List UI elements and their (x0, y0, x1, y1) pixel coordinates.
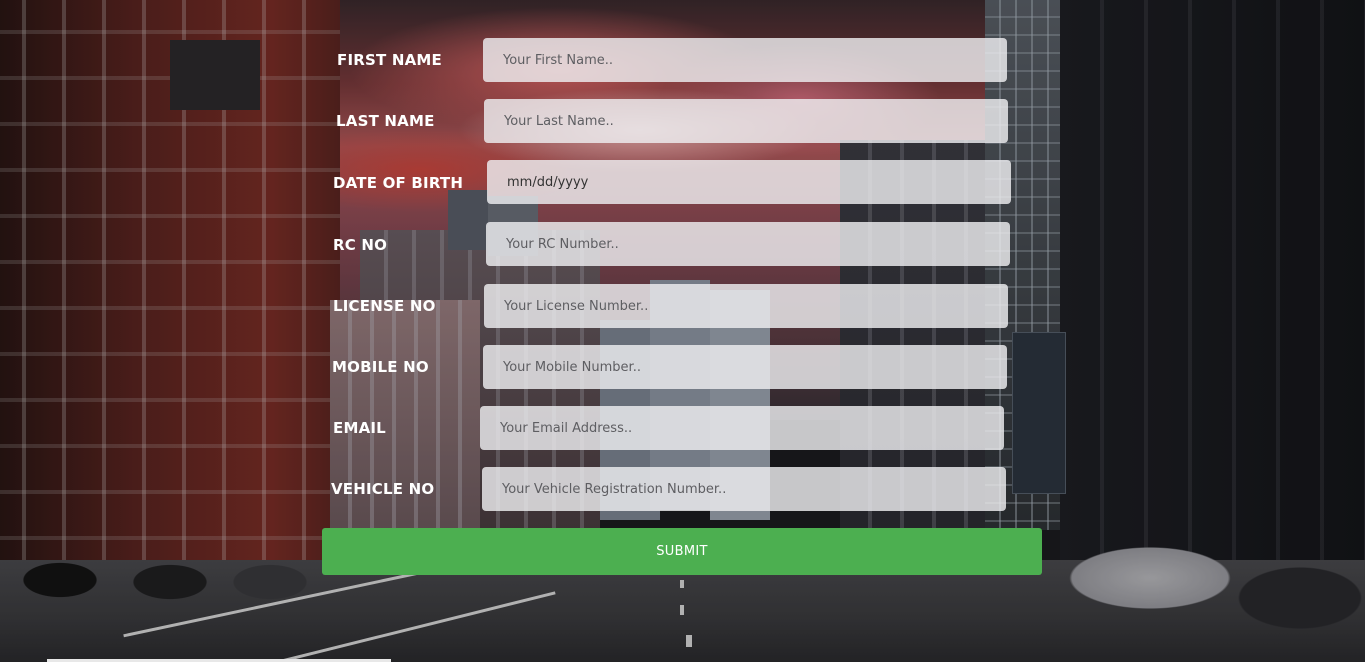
first-name-input[interactable] (483, 38, 1007, 82)
label-rc-no: RC NO (333, 236, 388, 254)
rc-number-input[interactable] (486, 222, 1010, 266)
label-license-no: LICENSE NO (333, 297, 436, 315)
vehicle-number-input[interactable] (482, 467, 1006, 511)
license-number-input[interactable] (484, 284, 1008, 328)
date-of-birth-value: mm/dd/yyyy (507, 175, 589, 190)
label-vehicle-no: VEHICLE NO (331, 480, 435, 498)
label-date-of-birth: DATE OF BIRTH (333, 174, 464, 192)
submit-button[interactable]: SUBMIT (322, 528, 1042, 575)
last-name-input[interactable] (484, 99, 1008, 143)
email-input[interactable] (480, 406, 1004, 450)
label-last-name: LAST NAME (336, 112, 435, 130)
mobile-number-input[interactable] (483, 345, 1007, 389)
date-of-birth-input[interactable]: mm/dd/yyyy (487, 160, 1011, 204)
label-first-name: FIRST NAME (337, 51, 442, 69)
label-mobile-no: MOBILE NO (332, 358, 429, 376)
label-email: EMAIL (333, 419, 386, 437)
page: FIRST NAME LAST NAME DATE OF BIRTH mm/dd… (0, 0, 1365, 662)
